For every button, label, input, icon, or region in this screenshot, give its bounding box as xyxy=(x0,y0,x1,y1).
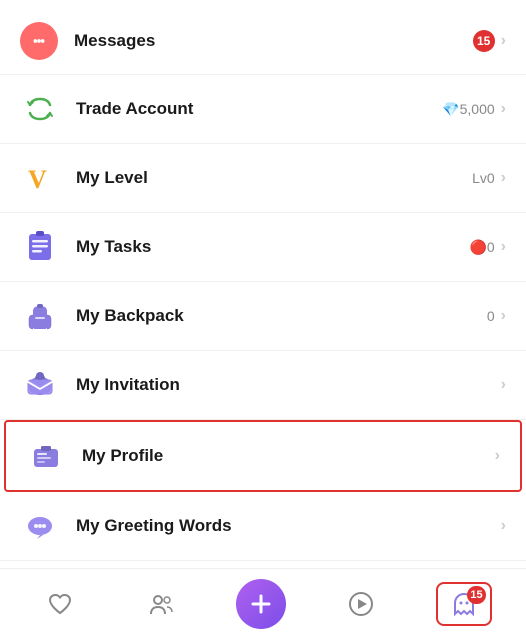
messages-icon xyxy=(20,22,58,60)
tasks-value: 🔴0 xyxy=(469,239,494,256)
greeting-chevron: › xyxy=(501,517,506,535)
menu-item-my-invitation[interactable]: My Invitation › xyxy=(0,351,526,420)
add-icon xyxy=(247,590,275,618)
profile-label: My Profile xyxy=(82,446,495,466)
greeting-icon xyxy=(20,506,60,546)
menu-item-my-tasks[interactable]: My Tasks 🔴0 › xyxy=(0,213,526,282)
invitation-label: My Invitation xyxy=(76,375,501,395)
menu-item-trade-account[interactable]: Trade Account 💎5,000 › xyxy=(0,75,526,144)
tasks-label: My Tasks xyxy=(76,237,469,257)
trade-value: 💎5,000 xyxy=(442,101,494,118)
level-icon: V xyxy=(20,158,60,198)
heart-icon xyxy=(46,590,74,618)
invitation-icon xyxy=(20,365,60,405)
trade-label: Trade Account xyxy=(76,99,442,119)
profile-chevron: › xyxy=(495,447,500,465)
nav-item-play[interactable] xyxy=(335,584,387,624)
nav-item-heart[interactable] xyxy=(34,584,86,624)
people-icon xyxy=(147,590,175,618)
messages-label: Messages xyxy=(74,31,473,51)
level-chevron: › xyxy=(501,169,506,187)
menu-item-messages[interactable]: Messages 15 › xyxy=(0,8,526,75)
trade-icon xyxy=(20,89,60,129)
greeting-label: My Greeting Words xyxy=(76,516,501,536)
level-value: Lv0 xyxy=(472,170,495,186)
ghost-badge: 15 xyxy=(467,586,485,604)
backpack-value: 0 xyxy=(487,308,495,324)
menu-item-my-backpack[interactable]: My Backpack 0 › xyxy=(0,282,526,351)
nav-item-ghost[interactable]: 15 xyxy=(436,582,492,626)
bottom-nav: 15 xyxy=(0,568,526,638)
invitation-chevron: › xyxy=(501,376,506,394)
messages-chevron: › xyxy=(501,32,506,50)
nav-item-add[interactable] xyxy=(236,579,286,629)
play-icon xyxy=(347,590,375,618)
menu-list: Messages 15 › Trade Account 💎5,000 › xyxy=(0,0,526,638)
svg-text:V: V xyxy=(28,165,47,194)
menu-item-my-profile[interactable]: My Profile › xyxy=(4,420,522,492)
backpack-chevron: › xyxy=(501,307,506,325)
menu-container: Messages 15 › Trade Account 💎5,000 › xyxy=(0,0,526,638)
nav-item-people[interactable] xyxy=(135,584,187,624)
tasks-icon xyxy=(20,227,60,267)
tasks-chevron: › xyxy=(501,238,506,256)
menu-item-my-greeting-words[interactable]: My Greeting Words › xyxy=(0,492,526,561)
profile-icon xyxy=(26,436,66,476)
level-label: My Level xyxy=(76,168,472,188)
messages-badge: 15 xyxy=(473,30,495,52)
menu-item-my-level[interactable]: V My Level Lv0 › xyxy=(0,144,526,213)
backpack-icon xyxy=(20,296,60,336)
backpack-label: My Backpack xyxy=(76,306,487,326)
trade-chevron: › xyxy=(501,100,506,118)
